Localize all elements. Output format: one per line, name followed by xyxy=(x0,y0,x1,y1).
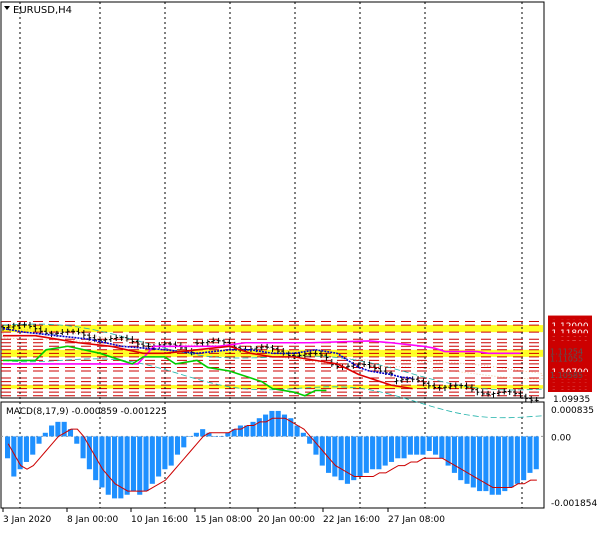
macd-bar xyxy=(470,436,476,488)
macd-bar xyxy=(256,418,262,437)
macd-bar xyxy=(74,436,80,444)
macd-bar xyxy=(174,436,181,455)
chart-svg: 1.121001.120001.118001.116001.115001.114… xyxy=(0,1,597,525)
x-tick-label: 3 Jan 2020 xyxy=(3,515,51,525)
x-tick-label: 15 Jan 08:00 xyxy=(195,515,252,525)
macd-bar xyxy=(414,436,420,455)
macd-bar xyxy=(112,436,118,499)
macd-bar xyxy=(225,432,231,437)
macd-bar xyxy=(86,436,92,470)
macd-bar xyxy=(250,421,256,437)
macd-bar xyxy=(294,425,300,437)
macd-bar xyxy=(124,436,130,495)
macd-bar xyxy=(93,436,99,481)
macd-bar xyxy=(420,436,426,455)
macd-bar xyxy=(156,436,162,477)
x-tick-label: 27 Jan 08:00 xyxy=(388,515,445,525)
macd-title: MACD(8,17,9) -0.000859 -0.001225 xyxy=(6,407,167,417)
macd-bar xyxy=(193,432,199,437)
macd-bar xyxy=(162,436,168,470)
macd-bar xyxy=(326,436,332,473)
x-tick-label: 8 Jan 00:00 xyxy=(67,515,119,525)
macd-bar xyxy=(5,436,11,459)
current-price-label: 1.09935 xyxy=(553,395,590,405)
macd-bar xyxy=(23,436,29,462)
macd-bar xyxy=(388,436,395,462)
macd-label-min: -0.001854 xyxy=(551,499,597,509)
macd-bar xyxy=(168,436,174,466)
macd-bar xyxy=(42,432,48,437)
macd-bar xyxy=(521,436,527,481)
macd-bar xyxy=(363,436,369,473)
chart-root: 1.121001.120001.118001.116001.115001.114… xyxy=(0,0,597,529)
macd-bar xyxy=(275,410,281,437)
macd-bar xyxy=(137,436,143,495)
x-tick-label: 22 Jan 16:00 xyxy=(323,515,380,525)
macd-bar xyxy=(508,436,514,488)
x-tick-label: 20 Jan 00:00 xyxy=(258,515,315,525)
macd-bar xyxy=(439,436,445,459)
yellow-zone xyxy=(2,325,543,333)
macd-bar xyxy=(105,436,111,495)
macd-bar xyxy=(237,425,243,437)
macd-bar xyxy=(495,436,502,495)
macd-bar xyxy=(55,421,61,437)
macd-bar xyxy=(30,436,36,455)
x-tick-label: 10 Jan 16:00 xyxy=(131,515,188,525)
macd-bar xyxy=(527,436,533,473)
macd-bar xyxy=(382,436,388,466)
macd-bar xyxy=(451,436,457,473)
macd-bar xyxy=(130,436,136,492)
macd-bar xyxy=(219,436,225,437)
macd-bar xyxy=(181,436,187,448)
macd-bar xyxy=(357,436,363,477)
macd-bar xyxy=(187,436,193,437)
macd-bar xyxy=(502,436,508,492)
macd-bar xyxy=(401,436,407,459)
macd-bar xyxy=(269,410,275,437)
macd-bar xyxy=(533,436,539,470)
macd-bar xyxy=(143,436,149,492)
macd-label-max: 0.000835 xyxy=(551,406,594,416)
macd-bar xyxy=(458,436,464,481)
macd-bar xyxy=(351,436,357,481)
macd-bar xyxy=(477,436,483,492)
macd-bar xyxy=(149,436,155,484)
main-panel-frame xyxy=(0,1,545,399)
partial-price-label: 1.11055 xyxy=(550,354,583,363)
macd-bar xyxy=(99,436,105,488)
macd-bar xyxy=(80,436,86,459)
macd-bar xyxy=(514,436,520,484)
macd-bar xyxy=(370,436,376,470)
macd-bar xyxy=(395,436,401,459)
macd-bar xyxy=(407,436,413,455)
macd-bar xyxy=(338,436,344,481)
macd-bar xyxy=(300,432,306,437)
chart-title: EURUSD,H4 xyxy=(13,5,72,16)
macd-bar xyxy=(263,414,269,437)
macd-bar xyxy=(344,436,350,484)
macd-bar xyxy=(49,425,55,437)
macd-bar xyxy=(36,436,42,444)
partial-price-label: 1.10585 xyxy=(550,371,583,380)
macd-label-zero: 0.00 xyxy=(551,433,571,443)
macd-bar xyxy=(332,436,338,477)
macd-bar xyxy=(433,436,439,455)
macd-bar xyxy=(212,436,218,437)
macd-bar xyxy=(118,436,124,499)
macd-bar xyxy=(426,436,432,452)
macd-bar xyxy=(464,436,470,484)
macd-bar xyxy=(376,436,382,470)
